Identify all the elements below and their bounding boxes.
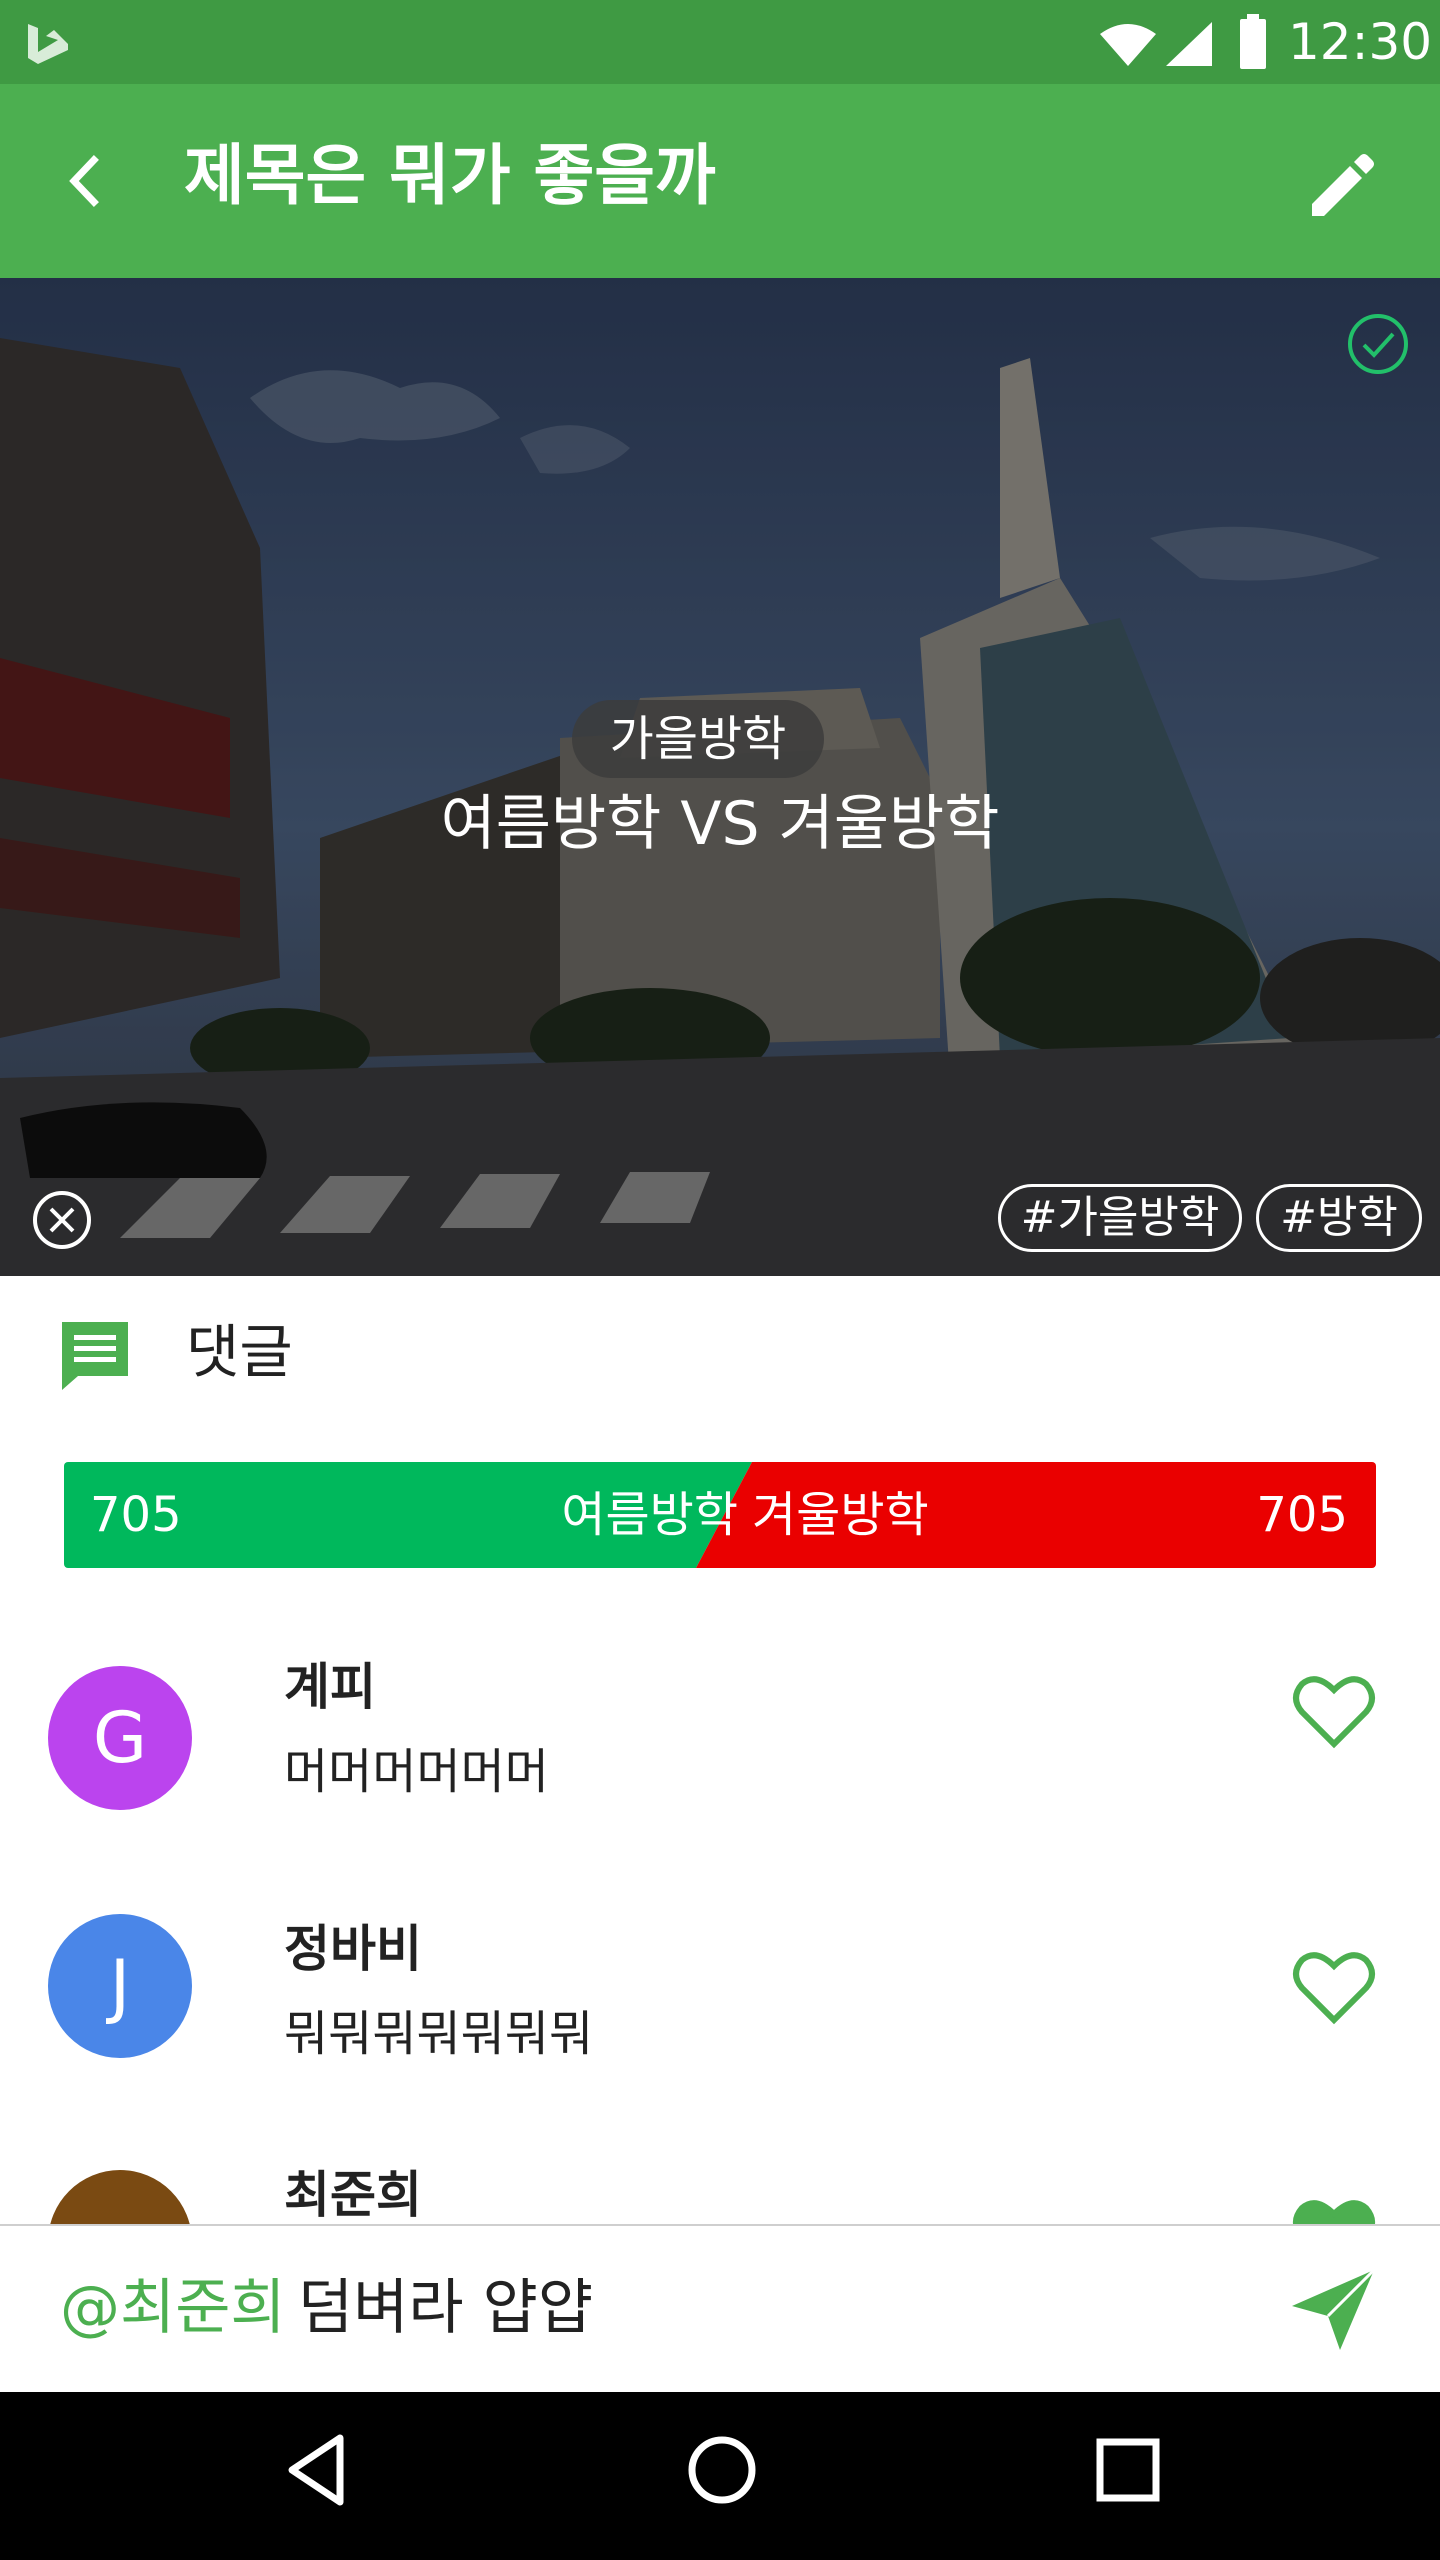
back-triangle-icon[interactable] bbox=[284, 2430, 348, 2510]
comment-item: J 정바비 뭐뭐뭐뭐뭐뭐뭐 bbox=[0, 1856, 1440, 2118]
app-bar: 제목은 뭐가 좋을까 bbox=[0, 84, 1440, 278]
heart-outline-icon[interactable] bbox=[1292, 1672, 1376, 1752]
avatar[interactable]: G bbox=[48, 1666, 192, 1810]
page-title: 제목은 뭐가 좋을까 bbox=[184, 137, 716, 214]
close-circle-icon[interactable] bbox=[30, 1188, 94, 1252]
mention-tag[interactable]: @최준희 bbox=[60, 2266, 286, 2350]
status-bar: 12:30 bbox=[0, 0, 1440, 84]
category-badge: 가을방학 bbox=[572, 700, 824, 778]
vote-left-name: 여름방학 bbox=[561, 1487, 738, 1543]
comments-label: 댓글 bbox=[186, 1318, 293, 1386]
avatar[interactable] bbox=[48, 2170, 192, 2224]
send-icon[interactable] bbox=[1290, 2266, 1376, 2352]
comment-item: 최준희 bbox=[0, 2118, 1440, 2224]
topic-hero-image: 가을방학 여름방학 VS 겨울방학 #가을방학 #방학 bbox=[0, 278, 1440, 1276]
bing-logo-icon bbox=[28, 24, 68, 64]
comment-author: 정바비 bbox=[284, 1920, 422, 1978]
comment-input-text[interactable]: 덤벼라 얍얍 bbox=[298, 2266, 593, 2350]
check-circle-icon[interactable] bbox=[1346, 312, 1410, 376]
edit-pencil-icon[interactable] bbox=[1304, 146, 1380, 222]
topic-title: 여름방학 VS 겨울방학 bbox=[440, 789, 1000, 859]
comment-text: 머머머머머머 bbox=[284, 1744, 549, 1800]
comment-author: 최준희 bbox=[284, 2166, 422, 2224]
heart-filled-icon[interactable] bbox=[1292, 2196, 1376, 2224]
status-time: 12:30 bbox=[1288, 13, 1433, 71]
vote-right-name: 겨울방학 bbox=[752, 1487, 929, 1543]
comment-author: 계피 bbox=[284, 1658, 376, 1716]
avatar[interactable]: J bbox=[48, 1914, 192, 2058]
battery-icon bbox=[1240, 14, 1266, 69]
system-nav-bar bbox=[0, 2392, 1440, 2560]
comments-header: 댓글 bbox=[0, 1276, 1440, 1426]
vote-result-bar: 705 여름방학 겨울방학 705 bbox=[64, 1462, 1376, 1568]
heart-outline-icon[interactable] bbox=[1292, 1948, 1376, 2028]
comment-text: 뭐뭐뭐뭐뭐뭐뭐 bbox=[284, 2006, 594, 2062]
comment-list[interactable]: G 계피 머머머머머머 J 정바비 뭐뭐뭐뭐뭐뭐뭐 최준희 bbox=[0, 1594, 1440, 2224]
wifi-icon bbox=[1100, 24, 1156, 66]
comment-item: G 계피 머머머머머머 bbox=[0, 1594, 1440, 1856]
recents-square-icon[interactable] bbox=[1088, 2430, 1168, 2510]
vote-right-count: 705 bbox=[1256, 1487, 1348, 1543]
hashtag-chip[interactable]: #방학 bbox=[1256, 1184, 1422, 1252]
signal-icon bbox=[1166, 22, 1212, 66]
comment-icon bbox=[62, 1322, 128, 1390]
vote-left-count: 705 bbox=[90, 1487, 182, 1543]
back-arrow-icon[interactable] bbox=[52, 146, 122, 216]
comment-input-bar[interactable]: @최준희 덤벼라 얍얍 bbox=[0, 2224, 1440, 2394]
home-circle-icon[interactable] bbox=[682, 2430, 762, 2510]
hashtag-chip[interactable]: #가을방학 bbox=[998, 1184, 1242, 1252]
